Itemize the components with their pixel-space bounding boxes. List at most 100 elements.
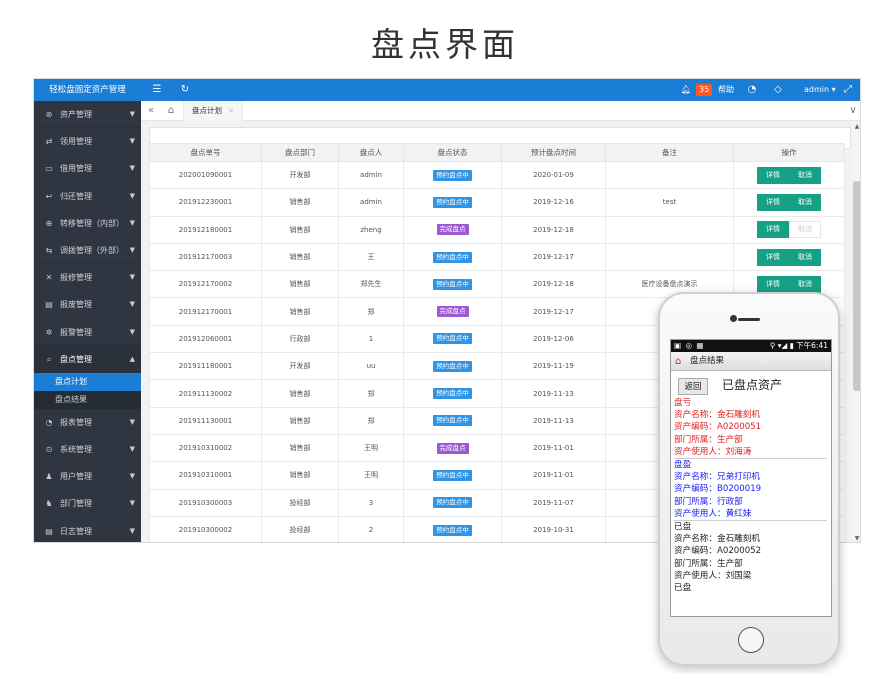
detail-button[interactable]: 详情	[757, 275, 789, 293]
person-cell: 1	[338, 324, 404, 354]
sidebar-item[interactable]: ▤ 报废管理 ▼	[34, 291, 141, 319]
department-cell: 投经部	[261, 488, 339, 517]
chevron-down-icon[interactable]: ∨	[845, 101, 860, 121]
result-line: 部门所属：生产部	[674, 558, 743, 569]
sidebar-item[interactable]: ♟ 用户管理 ▼	[34, 463, 141, 491]
result-line: 资产使用人：刘国梁	[674, 570, 752, 581]
status-cell: 预约盘点中	[403, 352, 502, 381]
sidebar-item-label: 借用管理	[60, 164, 92, 174]
caret-down-icon: ▼	[129, 417, 135, 426]
department-cell: 销售部	[261, 406, 339, 435]
detail-button[interactable]: 详情	[757, 166, 789, 184]
scroll-down-icon[interactable]: ▼	[853, 535, 860, 542]
person-cell: 郑	[338, 379, 404, 408]
home-icon[interactable]: ⌂	[675, 352, 681, 371]
status-badge: 完成盘点	[436, 306, 469, 318]
actions-cell: 详情 取消	[733, 188, 845, 217]
sidebar-item[interactable]: ⊕ 转移管理（内部） ▼	[34, 210, 141, 237]
result-line: 资产编码：B0200019	[674, 484, 762, 495]
sidebar-item[interactable]: ♞ 部门管理 ▼	[34, 490, 141, 518]
sidebar-subitem[interactable]: 盘点计划	[34, 372, 141, 391]
person-cell: 3	[338, 488, 404, 517]
tag-icon[interactable]: ◇	[772, 79, 784, 101]
sidebar-item[interactable]: ⊙ 系统管理 ▼	[34, 436, 141, 464]
refresh-icon[interactable]: ↻	[178, 79, 192, 101]
home-icon[interactable]: ⌂	[163, 101, 179, 121]
status-cell: 预约盘点中	[403, 324, 502, 354]
person-cell: 王明	[338, 433, 404, 463]
phone-app-titlebar: ⌂ 盘点结果	[671, 352, 831, 371]
date-cell: 2019-12-18	[501, 270, 606, 299]
status-badge: 预约盘点中	[433, 360, 472, 372]
status-cell: 预约盘点中	[403, 515, 502, 542]
column-header: 备注	[605, 143, 734, 162]
sidebar-item-icon: ⊛	[45, 110, 53, 119]
scrollbar-thumb[interactable]	[853, 181, 860, 391]
phone-mockup: ▣ ◎ ▦ ⚲ ▾◢ ▮ 下午6:41 ⌂ 盘点结果 返回 已盘点资产 盘亏 资产…	[658, 292, 840, 666]
person-cell: 郑	[338, 406, 404, 435]
sidebar-item[interactable]: ⊛ 资产管理 ▼	[34, 101, 141, 129]
help-link[interactable]: 帮助	[718, 79, 734, 101]
person-cell: admin	[338, 160, 404, 190]
sidebar-item[interactable]: ✕ 报修管理 ▼	[34, 264, 141, 292]
back-button[interactable]: 返回	[678, 378, 708, 395]
scroll-up-icon[interactable]: ▲	[853, 123, 860, 130]
sidebar-item[interactable]: ◔ 报表管理 ▼	[34, 409, 141, 437]
fullscreen-icon[interactable]: ⤢	[842, 79, 854, 101]
theme-icon[interactable]: ◔	[746, 79, 758, 101]
detail-button[interactable]: 详情	[757, 193, 789, 211]
detail-button[interactable]: 详情	[757, 248, 789, 266]
note-cell: test	[605, 188, 734, 217]
department-cell: 销售部	[261, 215, 339, 244]
cancel-button[interactable]: 取消	[789, 275, 821, 293]
order-number-cell: 201910300002	[149, 515, 262, 542]
date-cell: 2019-11-07	[501, 488, 606, 517]
status-badge: 预约盘点中	[433, 497, 472, 509]
sidebar-item-label: 调拨管理（外部）	[60, 245, 124, 255]
caret-down-icon: ▼	[129, 445, 135, 454]
cancel-button[interactable]: 取消	[789, 193, 821, 211]
order-number-cell: 201911130002	[149, 379, 262, 408]
menu-toggle-icon[interactable]: ☰	[150, 79, 164, 101]
status-badge: 预约盘点中	[433, 469, 472, 481]
sidebar-item[interactable]: ↩ 归还管理 ▼	[34, 183, 141, 210]
tab-inventory-plan[interactable]: 盘点计划 ×	[183, 101, 244, 121]
order-number-cell: 202001090001	[149, 160, 262, 190]
sidebar-item-icon: ▤	[45, 300, 53, 310]
camera-icon	[730, 315, 737, 322]
sidebar-item-icon: ⇄	[45, 137, 53, 147]
status-cell: 预约盘点中	[403, 406, 502, 435]
status-cell: 预约盘点中	[403, 242, 502, 272]
cancel-button[interactable]: 取消	[789, 166, 821, 184]
status-badge: 完成盘点	[436, 224, 469, 236]
sidebar-item-label: 报表管理	[60, 417, 92, 427]
close-icon[interactable]: ×	[228, 106, 234, 115]
status-cell: 预约盘点中	[403, 188, 502, 217]
detail-button[interactable]: 详情	[757, 221, 789, 239]
bell-icon[interactable]: 🔔︎	[680, 79, 692, 101]
result-line: 资产编码：A0200052	[674, 546, 762, 557]
speaker-icon	[738, 318, 760, 321]
sidebar-item[interactable]: ⌕ 盘点管理 ▲	[34, 345, 141, 373]
sidebar-subitem[interactable]: 盘点结果	[34, 390, 141, 409]
status-cell: 完成盘点	[403, 433, 502, 463]
department-cell: 销售部	[261, 242, 339, 272]
phone-home-button[interactable]	[738, 627, 764, 653]
note-cell	[605, 215, 734, 244]
column-header: 预计盘点时间	[501, 143, 606, 162]
sidebar-item[interactable]: ⇆ 调拨管理（外部） ▼	[34, 237, 141, 265]
sidebar-item[interactable]: ✲ 报警管理 ▼	[34, 319, 141, 346]
date-cell: 2019-11-13	[501, 406, 606, 435]
user-menu[interactable]: admin ▾	[804, 79, 836, 101]
result-line: 资产使用人：刘海涛	[674, 446, 752, 457]
sidebar-item-label: 资产管理	[60, 110, 92, 119]
sidebar-item[interactable]: ▭ 借用管理 ▼	[34, 155, 141, 183]
scrollbar[interactable]: ▲ ▼	[852, 121, 860, 542]
order-number-cell: 201912060001	[149, 324, 262, 354]
sidebar-item[interactable]: ▤ 日志管理 ▼	[34, 518, 141, 542]
sidebar-item[interactable]: ⇄ 领用管理 ▼	[34, 128, 141, 156]
sidebar-item-icon: ⊙	[45, 445, 53, 455]
table-row: 201912230001 销售部 admin 预约盘点中 2019-12-16 test 详…	[149, 188, 845, 217]
cancel-button[interactable]: 取消	[789, 248, 821, 266]
tab-prev-icon[interactable]: «	[143, 101, 159, 121]
